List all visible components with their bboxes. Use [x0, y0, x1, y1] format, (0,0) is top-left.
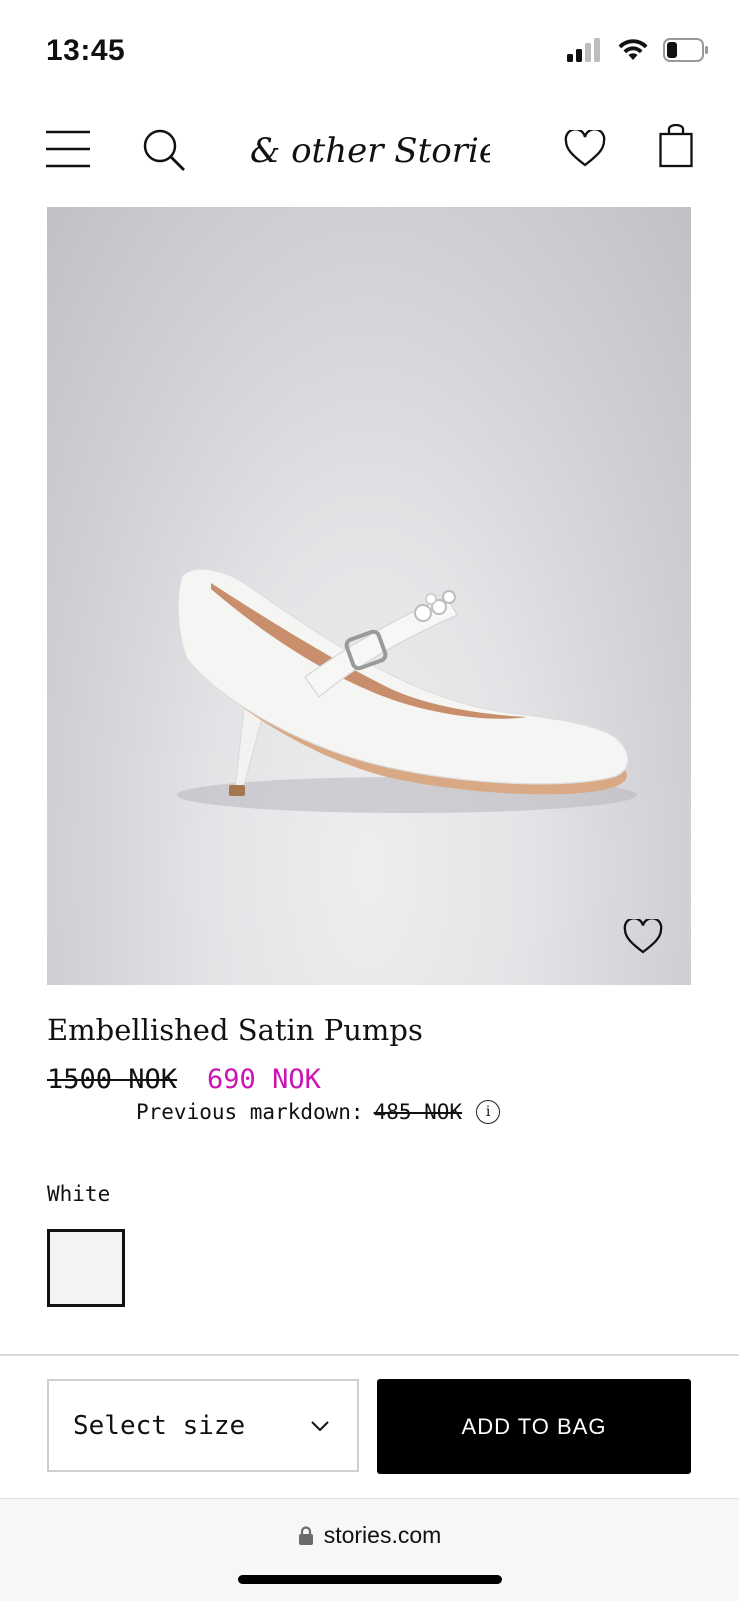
markdown-price: 485 NOK	[373, 1100, 463, 1124]
product-image[interactable]	[47, 207, 691, 985]
color-label: White	[47, 1182, 111, 1206]
sale-price: 690 NOK	[207, 1064, 321, 1095]
product-title: Embellished Satin Pumps	[47, 1013, 423, 1047]
markdown-row: Previous markdown: 485 NOK i	[136, 1100, 501, 1124]
shoe-illustration	[177, 568, 637, 813]
brand-logo[interactable]: & other Stories	[250, 124, 516, 174]
wifi-icon	[618, 39, 648, 60]
divider	[0, 1354, 739, 1356]
url-text: stories.com	[323, 1522, 442, 1548]
add-to-bag-button[interactable]: ADD TO BAG	[377, 1379, 691, 1474]
battery-icon	[663, 38, 708, 62]
price-row: 1500 NOK 690 NOK	[47, 1064, 321, 1095]
markdown-label: Previous markdown:	[136, 1100, 364, 1124]
wishlist-icon[interactable]	[564, 130, 606, 168]
original-price: 1500 NOK	[47, 1064, 178, 1095]
url-bar[interactable]: stories.com	[0, 1522, 739, 1549]
svg-text:& other Stories: & other Stories	[250, 131, 490, 171]
image-wishlist-icon[interactable]	[623, 919, 663, 955]
status-icons	[567, 38, 709, 62]
size-select-label: Select size	[73, 1410, 246, 1441]
info-icon[interactable]: i	[476, 1100, 501, 1124]
status-time: 13:45	[46, 34, 126, 67]
chevron-down-icon	[311, 1420, 329, 1431]
browser-bar	[0, 1498, 739, 1601]
home-indicator[interactable]	[238, 1575, 502, 1584]
size-select[interactable]: Select size	[47, 1379, 359, 1472]
lock-icon	[298, 1525, 313, 1545]
search-icon[interactable]	[142, 128, 186, 172]
signal-icon	[567, 38, 600, 62]
color-swatch-white[interactable]	[47, 1229, 125, 1307]
brand-logo-graphic: & other Stories	[250, 131, 516, 171]
shopping-bag-icon[interactable]	[659, 124, 693, 168]
menu-icon[interactable]	[46, 130, 90, 168]
